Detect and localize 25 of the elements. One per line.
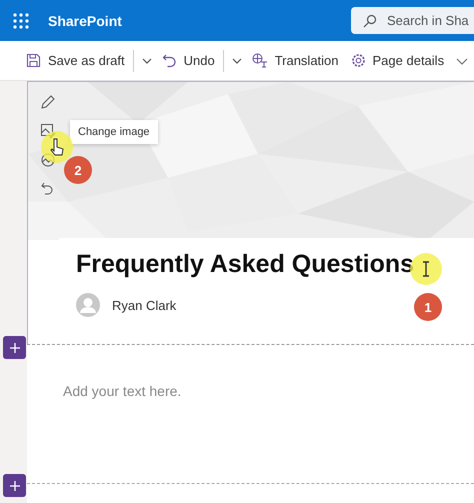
search-field[interactable]: Search in Sha [351,7,474,34]
save-icon [26,53,41,68]
toolbar-button[interactable]: Undo [162,53,215,68]
click-highlight-icon [40,130,74,164]
add-section-button[interactable] [3,474,26,497]
app-launcher-icon[interactable] [13,12,29,28]
settings-icon [350,53,366,68]
plus-icon [8,342,20,354]
add-section-button[interactable] [3,336,26,359]
avatar-icon [76,293,100,317]
toolbar-button[interactable]: Save as draft [26,53,125,68]
plus-icon [8,480,20,492]
pencil-icon[interactable] [40,94,56,110]
tooltip: Change image [70,120,158,144]
page-title[interactable]: Frequently Asked Questions [76,250,474,279]
toolbar-button[interactable]: Translation [252,53,339,68]
step-marker: 1 [414,293,442,321]
chevron-down-icon[interactable] [232,58,242,64]
translate-icon [252,53,268,68]
author-name[interactable]: Ryan Clark [112,298,176,312]
chevron-down-icon[interactable] [456,56,468,66]
undo-icon [162,53,177,68]
chevron-down-icon[interactable] [142,58,152,64]
toolbar-button[interactable]: Page details [350,53,444,68]
app-name[interactable]: SharePoint [48,12,122,28]
